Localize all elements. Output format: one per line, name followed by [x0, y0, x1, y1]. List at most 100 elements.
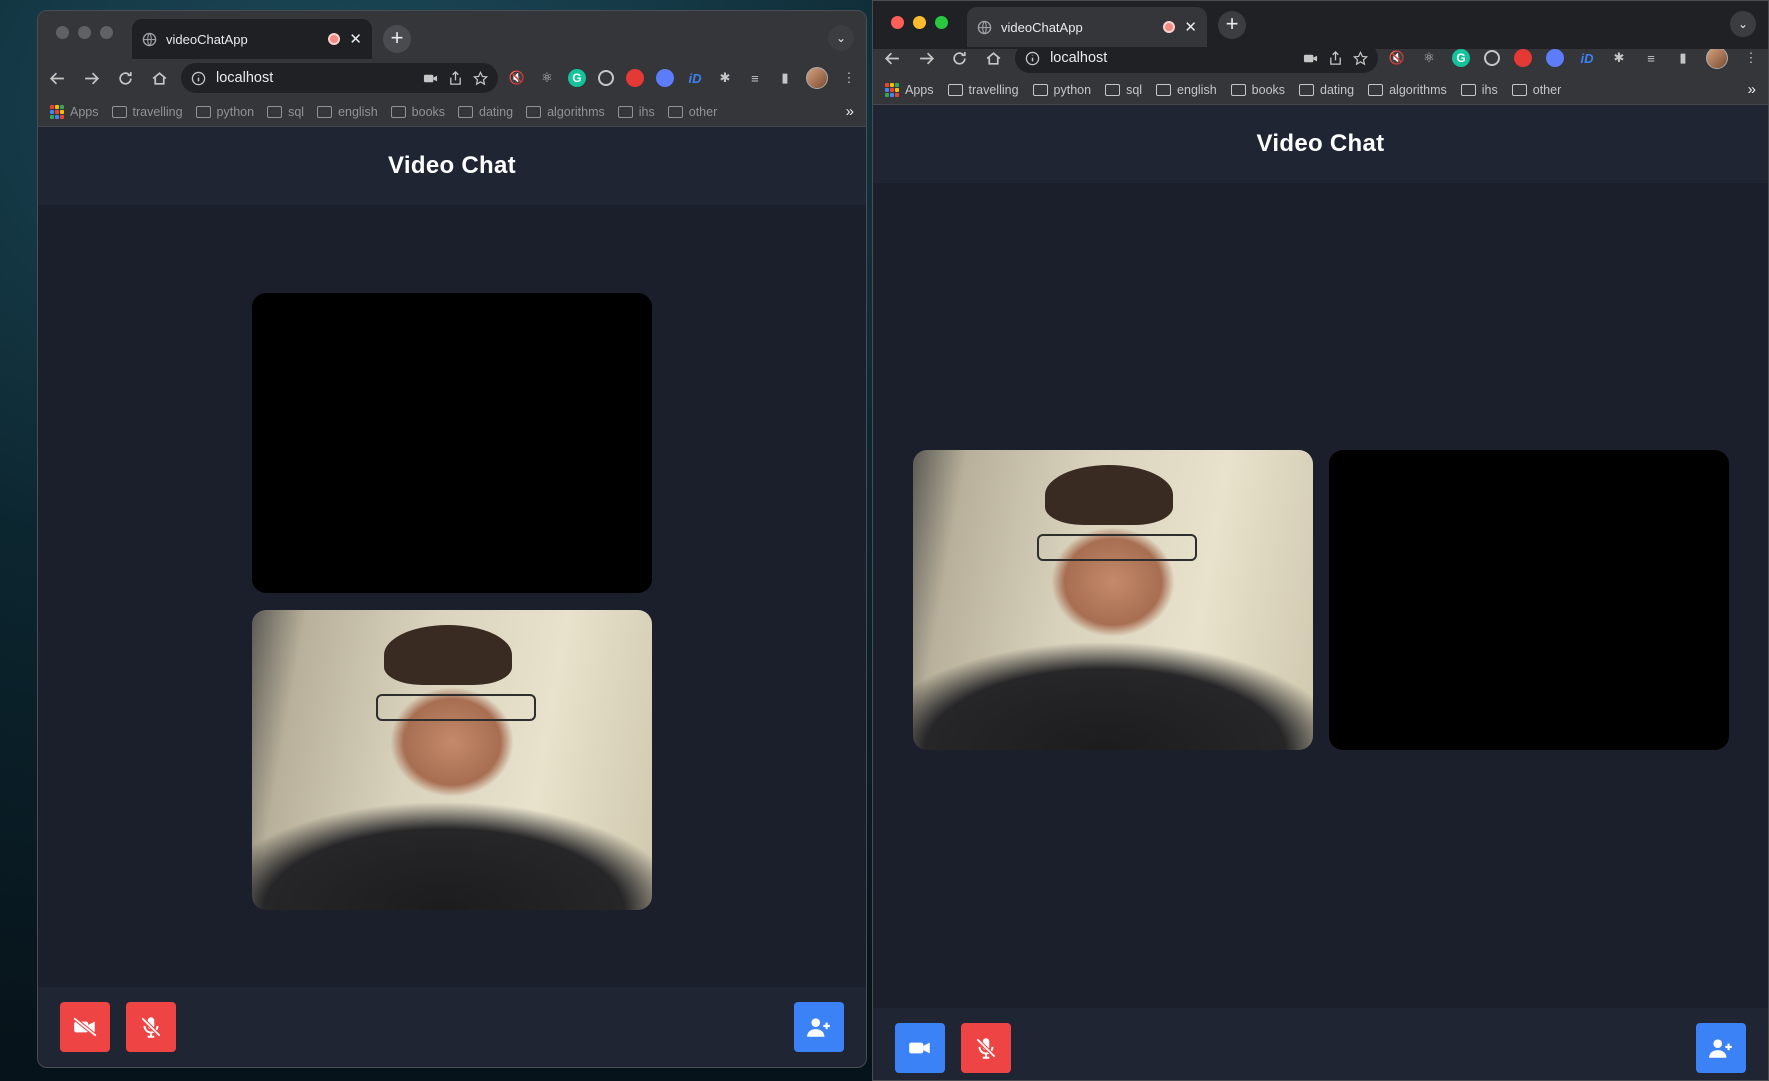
vpn-icon[interactable]	[1546, 49, 1564, 67]
tab-videochatapp[interactable]: videoChatApp ✕	[132, 19, 372, 59]
tab-search-button[interactable]: ⌄	[1730, 11, 1756, 37]
adblock-icon[interactable]	[625, 69, 644, 87]
sidepanel-icon[interactable]: ▮	[1674, 49, 1692, 67]
page-title: Video Chat	[38, 127, 866, 205]
zoom-window-button[interactable]	[100, 26, 113, 39]
avatar[interactable]	[1706, 47, 1728, 69]
bookmark-folder[interactable]: python	[195, 105, 254, 119]
apps-grid-icon	[885, 82, 899, 97]
toggle-camera-button[interactable]	[895, 1023, 945, 1073]
react-icon[interactable]: ⚛	[538, 69, 556, 87]
share-icon[interactable]	[1328, 50, 1343, 66]
bookmark-folder[interactable]: dating	[1299, 83, 1354, 97]
close-tab-icon[interactable]: ✕	[349, 30, 362, 48]
bookmark-label: sql	[288, 104, 305, 119]
toggle-mic-button[interactable]	[961, 1023, 1011, 1073]
bookmark-folder[interactable]: python	[1032, 83, 1091, 97]
record-icon[interactable]	[1484, 50, 1500, 66]
toggle-camera-button[interactable]	[60, 1002, 110, 1052]
bookmark-folder[interactable]: sql	[267, 105, 304, 119]
home-button[interactable]	[147, 66, 171, 90]
record-icon[interactable]	[597, 70, 614, 86]
sidepanel-icon[interactable]: ▮	[776, 69, 794, 87]
browser-window-left: videoChatApp ✕ + ⌄ localhost 🔇 ⚛ G iD ✱	[37, 10, 867, 1068]
folder-icon	[317, 105, 333, 118]
forward-button[interactable]	[915, 46, 939, 70]
react-icon[interactable]: ⚛	[1420, 49, 1438, 67]
bookmark-folder[interactable]: other	[1511, 83, 1561, 97]
reload-button[interactable]	[948, 46, 972, 70]
zoom-window-button[interactable]	[935, 16, 948, 29]
kebab-menu-icon[interactable]: ⋮	[840, 69, 858, 87]
new-tab-button[interactable]: +	[1218, 11, 1246, 39]
close-window-button[interactable]	[891, 16, 904, 29]
bookmark-label: Apps	[70, 104, 99, 119]
bookmark-apps[interactable]: Apps	[885, 82, 934, 97]
folder-icon	[526, 105, 542, 118]
reload-button[interactable]	[114, 66, 138, 90]
bookmark-folder[interactable]: travelling	[947, 83, 1019, 97]
playlist-icon[interactable]: ≡	[746, 69, 764, 87]
ip-icon[interactable]: iD	[1578, 49, 1596, 67]
tab-title: videoChatApp	[1001, 19, 1083, 35]
new-tab-button[interactable]: +	[383, 25, 411, 53]
grammarly-icon[interactable]: G	[567, 69, 586, 87]
tab-videochatapp[interactable]: videoChatApp ✕	[967, 7, 1207, 47]
minimize-window-button[interactable]	[913, 16, 926, 29]
kebab-menu-icon[interactable]: ⋮	[1742, 49, 1760, 67]
close-tab-icon[interactable]: ✕	[1184, 18, 1197, 36]
folder-icon	[1230, 83, 1246, 96]
ip-icon[interactable]: iD	[686, 69, 704, 87]
close-window-button[interactable]	[56, 26, 69, 39]
bookmark-folder[interactable]: algorithms	[1368, 83, 1447, 97]
bookmark-folder[interactable]: books	[390, 105, 445, 119]
bookmark-folder[interactable]: other	[667, 105, 717, 119]
bookmark-folder[interactable]: english	[317, 105, 378, 119]
bookmark-folder[interactable]: books	[1230, 83, 1285, 97]
add-user-button[interactable]	[794, 1002, 844, 1052]
bookmark-folder[interactable]: algorithms	[526, 105, 605, 119]
mute-icon[interactable]: 🔇	[1388, 49, 1406, 67]
info-icon[interactable]	[1025, 51, 1040, 66]
bookmarks-overflow-button[interactable]: »	[846, 103, 854, 120]
home-button[interactable]	[982, 46, 1006, 70]
folder-icon	[111, 105, 127, 118]
share-icon[interactable]	[448, 70, 463, 86]
globe-icon	[142, 32, 157, 46]
forward-button[interactable]	[80, 66, 104, 90]
mute-icon[interactable]: 🔇	[508, 69, 526, 87]
info-icon[interactable]	[191, 71, 206, 86]
bookmarks-overflow-button[interactable]: »	[1748, 81, 1756, 98]
arrow-left-icon	[50, 72, 65, 84]
bookmark-star-icon[interactable]	[1353, 50, 1368, 66]
folder-icon	[458, 105, 474, 118]
camera-in-use-icon[interactable]	[423, 71, 438, 86]
grammarly-icon[interactable]: G	[1452, 49, 1470, 67]
playlist-icon[interactable]: ≡	[1642, 49, 1660, 67]
bookmark-apps[interactable]: Apps	[50, 104, 99, 119]
back-button[interactable]	[46, 66, 70, 90]
tab-strip: videoChatApp ✕ + ⌄	[38, 11, 866, 59]
camera-in-use-icon[interactable]	[1303, 51, 1318, 66]
bookmark-folder[interactable]: dating	[458, 105, 513, 119]
bookmark-folder[interactable]: travelling	[111, 105, 183, 119]
puzzle-icon[interactable]: ✱	[716, 69, 734, 87]
vpn-icon[interactable]	[655, 69, 674, 87]
bookmark-folder[interactable]: ihs	[1460, 83, 1498, 97]
folder-icon	[195, 105, 211, 118]
toggle-mic-button[interactable]	[126, 1002, 176, 1052]
address-bar[interactable]: localhost	[181, 63, 498, 93]
bookmark-star-icon[interactable]	[472, 70, 488, 86]
minimize-window-button[interactable]	[78, 26, 91, 39]
adblock-icon[interactable]	[1514, 49, 1532, 67]
tab-search-button[interactable]: ⌄	[828, 25, 854, 51]
folder-icon	[1156, 83, 1172, 96]
add-user-button[interactable]	[1696, 1023, 1746, 1073]
back-button[interactable]	[881, 46, 905, 70]
globe-icon	[977, 20, 992, 34]
bookmark-folder[interactable]: ihs	[617, 105, 655, 119]
bookmark-folder[interactable]: english	[1156, 83, 1217, 97]
puzzle-icon[interactable]: ✱	[1610, 49, 1628, 67]
avatar[interactable]	[805, 67, 828, 89]
bookmark-folder[interactable]: sql	[1105, 83, 1142, 97]
